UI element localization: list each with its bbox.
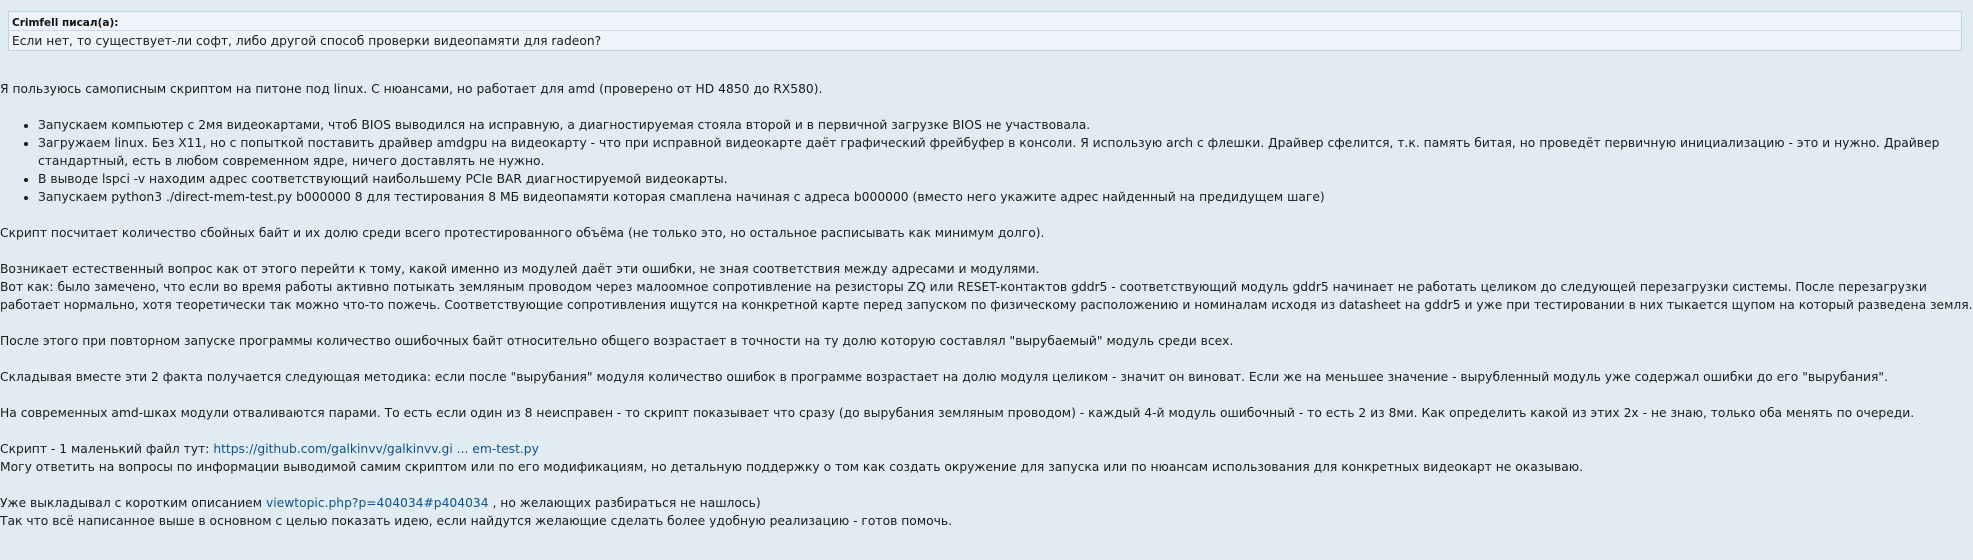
post-paragraph: Вот как: было замечено, что если во врем… xyxy=(0,280,1973,312)
steps-list: Запускаем компьютер с 2мя видеокартами, … xyxy=(0,98,1973,224)
quote-text: Если нет, то существует-ли софт, либо др… xyxy=(12,34,602,48)
paragraph-break xyxy=(0,350,1973,368)
post-paragraph: На современных amd-шках модули отваливаю… xyxy=(0,406,1915,420)
paragraph-break xyxy=(0,422,1973,440)
post-paragraph: Так что всё написанное выше в основном с… xyxy=(0,514,953,528)
paragraph-break xyxy=(0,314,1973,332)
quote-block: Crimfell писал(а): Если нет, то существу… xyxy=(8,11,1962,51)
script-link-label: Скрипт - 1 маленький файл тут: xyxy=(0,442,214,456)
viewtopic-link[interactable]: viewtopic.php?p=404034#p404034 xyxy=(266,496,489,510)
post-paragraph: Возникает естественный вопрос как от это… xyxy=(0,262,1040,276)
post-paragraph: Складывая вместе эти 2 факта получается … xyxy=(0,370,1888,384)
quote-author: Crimfell писал(а): xyxy=(9,12,1961,31)
previous-post-label: Уже выкладывал с коротким описанием xyxy=(0,496,266,510)
post-paragraph: После этого при повторном запуске програ… xyxy=(0,334,1234,348)
post-body: Я пользуюсь самописным скриптом на питон… xyxy=(0,80,1973,530)
script-link-line: Скрипт - 1 маленький файл тут: https://g… xyxy=(0,440,1973,458)
previous-post-line: Уже выкладывал с коротким описанием view… xyxy=(0,494,1973,512)
list-item: Загружаем linux. Без X11, но с попыткой … xyxy=(38,134,1973,170)
list-item: Запускаем компьютер с 2мя видеокартами, … xyxy=(38,116,1973,134)
post-intro: Я пользуюсь самописным скриптом на питон… xyxy=(0,82,823,96)
post-paragraph: Могу ответить на вопросы по информации в… xyxy=(0,460,1584,474)
post-paragraph: Скрипт посчитает количество сбойных байт… xyxy=(0,226,1045,240)
previous-post-suffix: , но желающих разбираться не нашлось) xyxy=(488,496,761,510)
github-script-link[interactable]: https://github.com/galkinvv/galkinvv.gi … xyxy=(213,442,539,456)
list-item: Запускаем python3 ./direct-mem-test.py b… xyxy=(38,188,1973,206)
paragraph-break xyxy=(0,242,1973,260)
paragraph-break xyxy=(0,476,1973,494)
list-item: В выводе lspci -v находим адрес соответс… xyxy=(38,170,1973,188)
paragraph-break xyxy=(0,386,1973,404)
